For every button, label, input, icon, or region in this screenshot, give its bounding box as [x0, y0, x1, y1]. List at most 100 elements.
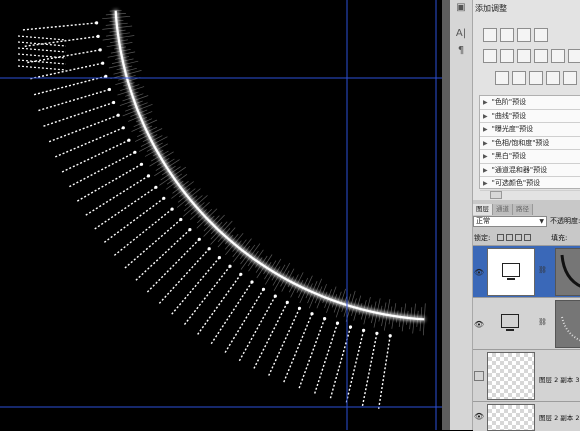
- layers-panel: 图层 通道 路径 正常 ▼ 不透明度: 锁定: 填充: 👁 ⛓ 👁 ⛓ 图层 2…: [473, 200, 580, 431]
- brightness-contrast-icon[interactable]: [483, 28, 497, 42]
- preset-label: "曲线"预设: [491, 111, 527, 120]
- posterize-icon[interactable]: [512, 71, 526, 85]
- hue-saturation-icon[interactable]: [500, 49, 514, 63]
- tick-endpoint: [217, 256, 221, 260]
- tick-mark: [37, 88, 110, 112]
- glowing-ring: [114, 10, 425, 321]
- levels-icon[interactable]: [500, 28, 514, 42]
- tick-mark: [345, 330, 365, 404]
- expand-triangle-icon[interactable]: ▶: [483, 99, 488, 106]
- tick-mark: [298, 318, 326, 390]
- tick-endpoint: [310, 312, 314, 316]
- eye-icon[interactable]: 👁: [473, 298, 485, 350]
- mask-dots: [561, 316, 580, 342]
- tick-endpoint: [162, 196, 166, 200]
- preset-label: "通道混和器"预设: [491, 165, 548, 174]
- artwork: [0, 0, 442, 430]
- tick-endpoint: [96, 34, 100, 39]
- channel-mixer-icon[interactable]: [568, 49, 580, 63]
- photo-filter-icon[interactable]: [551, 49, 565, 63]
- preset-label: "色相/饱和度"预设: [491, 138, 550, 147]
- character-panel-icon[interactable]: A|: [453, 26, 469, 42]
- paragraph-panel-icon[interactable]: ¶: [453, 43, 469, 59]
- preset-item[interactable]: ▶ "可选颜色"预设: [480, 177, 580, 191]
- tick-mark: [17, 53, 67, 59]
- tab-paths[interactable]: 路径: [513, 204, 533, 215]
- preset-item[interactable]: ▶ "曝光度"预设: [480, 123, 580, 137]
- adjustment-presets-list: ▶ "色阶"预设 ▶ "曲线"预设 ▶ "曝光度"预设 ▶ "色相/饱和度"预设 ▶ "黑白"预设…: [479, 95, 580, 191]
- expand-triangle-icon[interactable]: ▶: [483, 140, 488, 147]
- tick-endpoint: [154, 185, 158, 189]
- lock-transparent-icon[interactable]: [497, 234, 504, 241]
- color-balance-icon[interactable]: [517, 49, 531, 63]
- eye-hidden-icon[interactable]: [473, 350, 485, 402]
- chevron-down-icon: ▼: [539, 218, 544, 225]
- preset-label: "黑白"预设: [491, 152, 527, 160]
- layer-mask-thumbnail: [555, 300, 580, 348]
- tick-endpoint: [273, 294, 277, 298]
- tick-endpoint: [297, 306, 302, 310]
- preset-item[interactable]: ▶ "曲线"预设: [480, 110, 580, 123]
- tick-mark: [68, 151, 136, 188]
- fill-label: 填充:: [551, 234, 568, 242]
- collapsed-panel-strip: ▣ A| ¶: [450, 0, 473, 430]
- preset-item[interactable]: ▶ "色相/饱和度"预设: [480, 137, 580, 150]
- tick-mark: [17, 47, 67, 53]
- tick-mark: [377, 335, 391, 410]
- tab-layers[interactable]: 图层: [473, 204, 493, 215]
- selective-color-icon[interactable]: [563, 71, 577, 85]
- preset-item[interactable]: ▶ "黑白"预设: [480, 150, 580, 164]
- tick-mark: [158, 248, 210, 305]
- monitor-icon: [501, 314, 519, 331]
- tick-mark: [54, 127, 124, 158]
- tick-endpoint: [375, 331, 379, 335]
- expand-triangle-icon[interactable]: ▶: [483, 167, 488, 174]
- invert-icon[interactable]: [495, 71, 509, 85]
- tick-mark: [17, 65, 67, 71]
- threshold-icon[interactable]: [529, 71, 543, 85]
- panel-icon-top[interactable]: ▣: [453, 0, 469, 16]
- eye-icon[interactable]: 👁: [473, 246, 485, 298]
- lock-position-icon[interactable]: [515, 234, 522, 241]
- layer-row[interactable]: 👁 ⛓: [473, 245, 580, 298]
- blend-mode-select[interactable]: 正常 ▼: [473, 216, 547, 227]
- expand-triangle-icon[interactable]: ▶: [483, 113, 488, 120]
- monitor-icon: [502, 263, 520, 280]
- layer-thumbnail: [487, 300, 535, 348]
- panel-footer-icon[interactable]: [490, 191, 502, 199]
- tick-endpoint: [116, 113, 120, 117]
- lock-all-icon[interactable]: [524, 234, 531, 241]
- exposure-icon[interactable]: [534, 28, 548, 42]
- expand-triangle-icon[interactable]: ▶: [483, 153, 488, 160]
- vibrance-icon[interactable]: [483, 49, 497, 63]
- layer-row[interactable]: 👁 图层 2 副本 2: [473, 401, 580, 431]
- tick-endpoint: [239, 272, 243, 276]
- preset-item[interactable]: ▶ "色阶"预设: [480, 96, 580, 110]
- panel-divider[interactable]: [442, 0, 450, 430]
- opacity-label: 不透明度:: [550, 217, 580, 225]
- tick-mark: [146, 238, 200, 294]
- preset-item[interactable]: ▶ "通道混和器"预设: [480, 164, 580, 177]
- gradient-map-icon[interactable]: [546, 71, 560, 85]
- tick-endpoint: [388, 334, 392, 338]
- layer-mask-thumbnail: [555, 248, 580, 296]
- lock-image-icon[interactable]: [506, 234, 513, 241]
- expand-triangle-icon[interactable]: ▶: [483, 180, 488, 187]
- black-white-icon[interactable]: [534, 49, 548, 63]
- eye-icon[interactable]: 👁: [473, 402, 485, 431]
- tick-mark: [224, 288, 265, 354]
- expand-triangle-icon[interactable]: ▶: [483, 126, 488, 133]
- tab-channels[interactable]: 通道: [493, 204, 513, 215]
- link-icon: ⛓: [538, 318, 547, 326]
- layer-row[interactable]: 👁 ⛓: [473, 297, 580, 350]
- tick-mark: [17, 41, 67, 47]
- tick-mark: [313, 322, 339, 395]
- document-canvas[interactable]: [0, 0, 442, 430]
- preset-label: "曝光度"预设: [491, 125, 534, 133]
- tick-mark: [134, 229, 191, 282]
- glow-rays: [102, 9, 426, 336]
- tick-endpoint: [101, 61, 105, 65]
- layer-row[interactable]: 图层 2 副本 3: [473, 349, 580, 402]
- tick-endpoint: [146, 174, 151, 178]
- curves-icon[interactable]: [517, 28, 531, 42]
